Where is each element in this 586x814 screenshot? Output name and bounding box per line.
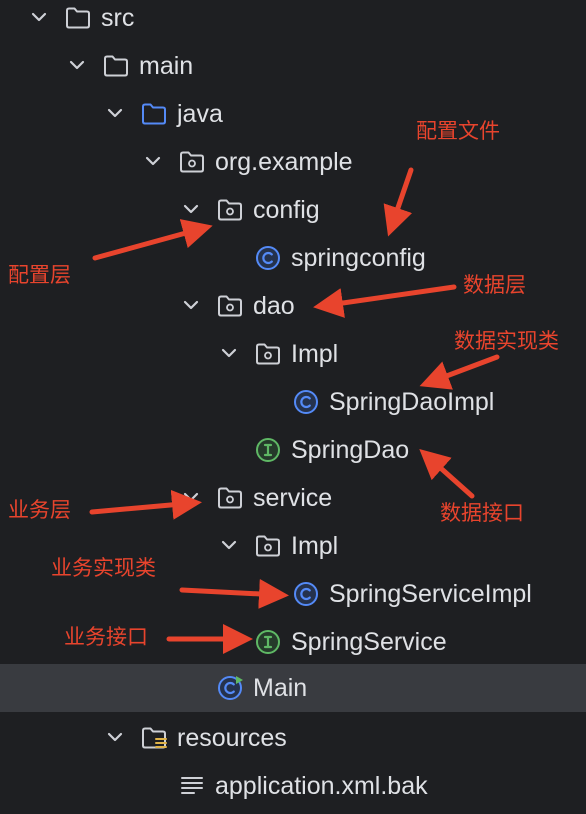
arrow-service-layer: [89, 489, 202, 520]
annotation-service-interface: 业务接口: [64, 625, 148, 649]
annotation-config-file: 配置文件: [416, 119, 500, 143]
annotation-data-impl: 数据实现类: [454, 329, 559, 353]
arrow-data-layer: [313, 284, 457, 318]
annotation-data-layer: 数据层: [463, 273, 526, 297]
arrow-config-layer: [92, 219, 213, 261]
annotation-config-layer: 配置层: [8, 263, 71, 287]
annotation-service-layer: 业务层: [8, 498, 71, 522]
annotation-service-impl: 业务实现类: [51, 556, 156, 580]
arrow-service-impl: [179, 578, 289, 609]
arrow-data-interface: [419, 449, 475, 499]
arrow-config-file: [383, 167, 414, 237]
annotation-data-interface: 数据接口: [440, 501, 524, 525]
arrow-data-impl: [419, 354, 500, 390]
